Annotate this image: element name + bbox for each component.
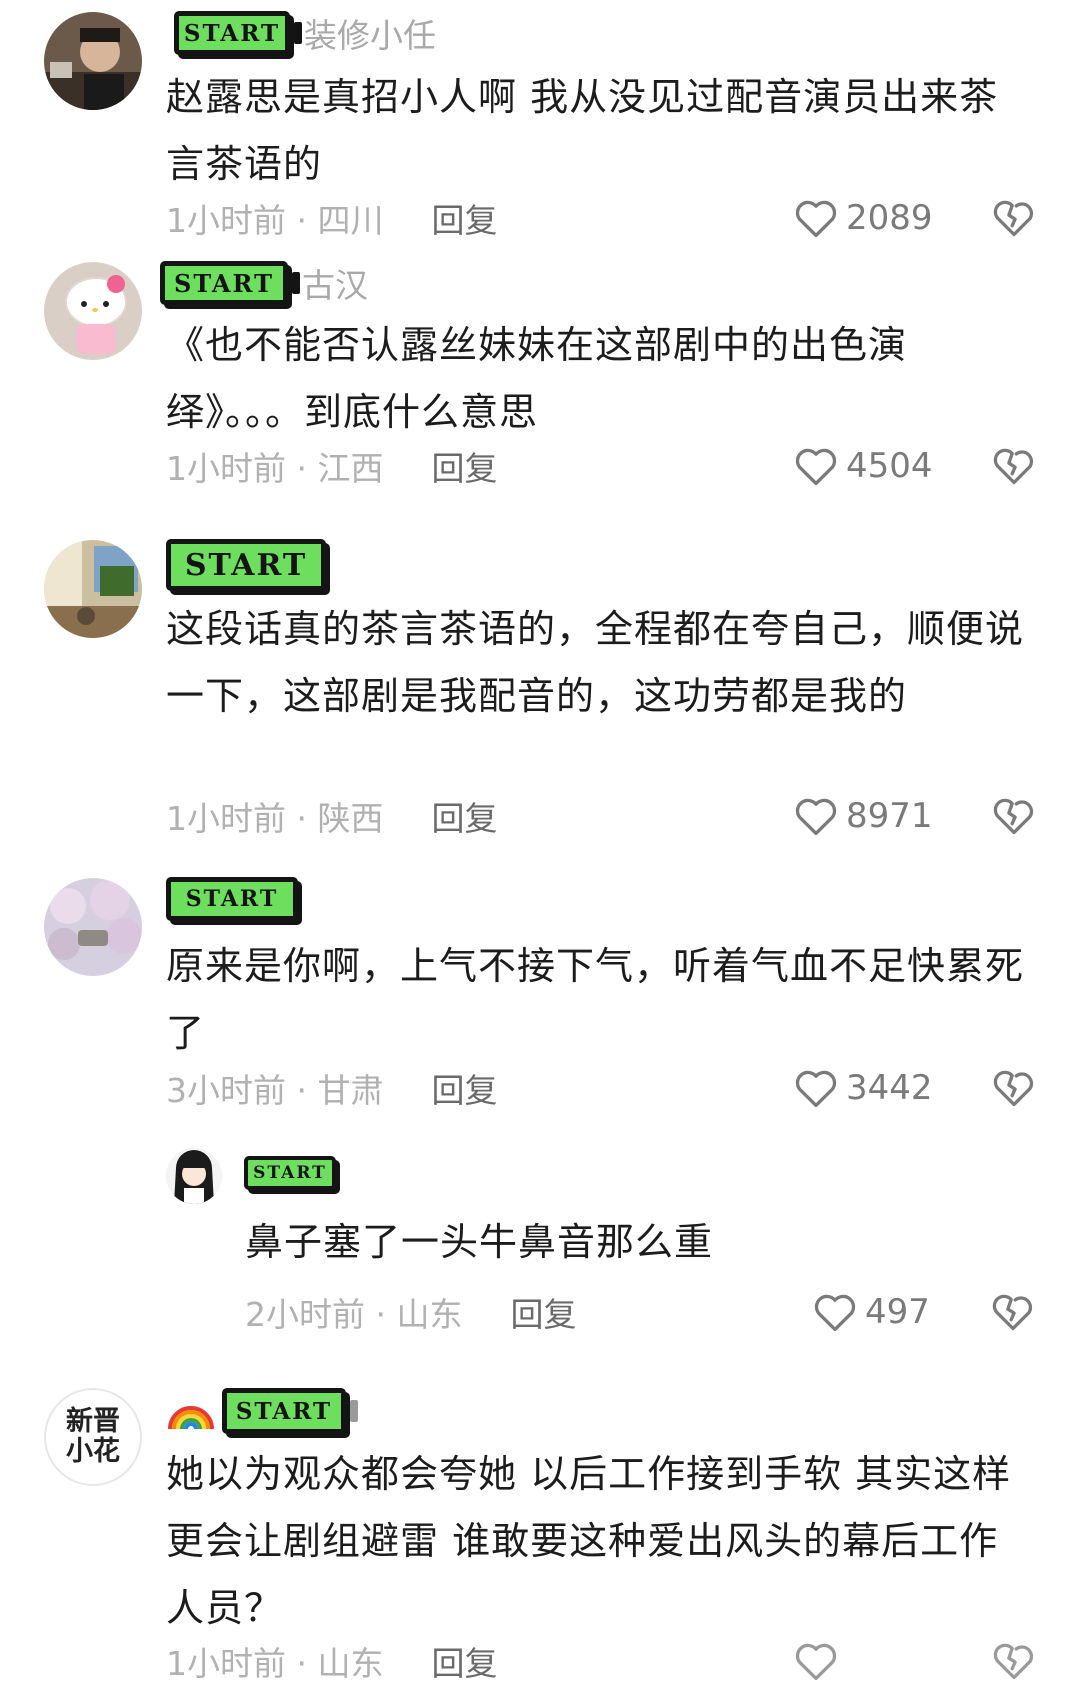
username[interactable]: 装修小任 bbox=[304, 9, 436, 57]
like-count: 2089 bbox=[846, 198, 933, 238]
like-area bbox=[794, 1639, 1036, 1683]
avatar[interactable] bbox=[44, 12, 142, 110]
rainbow-icon bbox=[168, 1406, 214, 1430]
reply-button[interactable]: 回复 bbox=[510, 1288, 576, 1336]
avatar-text: 新晋 小花 bbox=[44, 1388, 142, 1486]
reply-button[interactable]: 回复 bbox=[431, 792, 497, 840]
heart-icon[interactable] bbox=[794, 1067, 838, 1109]
avatar[interactable] bbox=[44, 262, 142, 360]
comment-text: 鼻子塞了一头牛鼻音那么重 bbox=[245, 1220, 714, 1264]
like-count: 497 bbox=[865, 1292, 930, 1332]
heart-icon[interactable] bbox=[794, 795, 838, 837]
avatar[interactable] bbox=[44, 540, 142, 638]
reply-button[interactable]: 回复 bbox=[431, 1637, 497, 1685]
comment-text: 赵露思是真招小人啊 我从没见过配音演员出来茶言茶语的 bbox=[166, 75, 999, 186]
username-row: START bbox=[166, 874, 300, 924]
like-area: 2089 bbox=[794, 196, 1036, 240]
comment-text: 这段话真的茶言茶语的，全程都在夸自己，顺便说一下，这部剧是我配音的，这功劳都是我… bbox=[166, 607, 1025, 718]
reply-button[interactable]: 回复 bbox=[431, 442, 497, 490]
heart-icon[interactable] bbox=[794, 197, 838, 239]
username-row: START bbox=[166, 539, 328, 591]
heart-icon[interactable] bbox=[794, 1640, 838, 1682]
comment-text: 原来是你啊，上气不接下气，听着气血不足快累死了 bbox=[166, 944, 1025, 1055]
avatar[interactable] bbox=[166, 1148, 222, 1204]
reply-button[interactable]: 回复 bbox=[431, 194, 497, 242]
like-count: 8971 bbox=[846, 796, 933, 836]
badge-end bbox=[292, 272, 300, 294]
like-area: 3442 bbox=[794, 1066, 1036, 1110]
start-badge: START bbox=[222, 1388, 346, 1434]
avatar[interactable] bbox=[44, 878, 142, 976]
timestamp-location: 1小时前 · 江西 bbox=[166, 449, 384, 488]
broken-heart-icon[interactable] bbox=[992, 794, 1036, 838]
comment-meta: 1小时前 · 四川 回复 2089 bbox=[166, 193, 1036, 243]
like-area: 4504 bbox=[794, 444, 1036, 488]
broken-heart-icon[interactable] bbox=[991, 1290, 1035, 1334]
broken-heart-icon[interactable] bbox=[992, 1639, 1036, 1683]
timestamp-location: 3小时前 · 甘肃 bbox=[166, 1071, 384, 1110]
comment-meta: 2小时前 · 山东 回复 497 bbox=[245, 1287, 1035, 1337]
start-badge: START bbox=[160, 261, 288, 305]
timestamp-location: 1小时前 · 山东 bbox=[166, 1644, 384, 1683]
like-area: 8971 bbox=[794, 794, 1036, 838]
broken-heart-icon[interactable] bbox=[992, 196, 1036, 240]
badge-end bbox=[350, 1400, 358, 1422]
comment-text: 她以为观众都会夸她 以后工作接到手软 其实这样更会让剧组避雷 谁敢要这种爱出风头… bbox=[166, 1452, 1012, 1630]
username-row: START 古汉 bbox=[160, 258, 368, 308]
like-area: 497 bbox=[813, 1290, 1035, 1334]
heart-icon[interactable] bbox=[813, 1291, 857, 1333]
comment-text: 《也不能否认露丝妹妹在这部剧中的出色演绎》。。。到底什么意思 bbox=[166, 323, 908, 434]
broken-heart-icon[interactable] bbox=[992, 444, 1036, 488]
broken-heart-icon[interactable] bbox=[992, 1066, 1036, 1110]
timestamp-location: 2小时前 · 山东 bbox=[245, 1295, 463, 1334]
start-badge: START bbox=[244, 1156, 336, 1190]
avatar[interactable]: 新晋 小花 bbox=[44, 1388, 142, 1486]
start-badge: START bbox=[166, 539, 326, 591]
reply-button[interactable]: 回复 bbox=[431, 1064, 497, 1112]
comment-meta: 1小时前 · 陕西 回复 8971 bbox=[166, 791, 1036, 841]
comment-meta: 3小时前 · 甘肃 回复 3442 bbox=[166, 1063, 1036, 1113]
comment-meta: 1小时前 · 江西 回复 4504 bbox=[166, 441, 1036, 491]
comment-meta: 1小时前 · 山东 回复 bbox=[166, 1636, 1036, 1686]
username[interactable]: 古汉 bbox=[302, 259, 368, 307]
heart-icon[interactable] bbox=[794, 445, 838, 487]
like-count: 4504 bbox=[846, 446, 933, 486]
timestamp-location: 1小时前 · 四川 bbox=[166, 201, 384, 240]
username-row: START 装修小任 bbox=[174, 8, 436, 58]
username-row: START bbox=[244, 1148, 338, 1198]
start-badge: START bbox=[166, 877, 298, 921]
timestamp-location: 1小时前 · 陕西 bbox=[166, 799, 384, 838]
username-row: START bbox=[166, 1386, 360, 1436]
start-badge: START bbox=[174, 11, 290, 55]
badge-end bbox=[294, 22, 302, 44]
like-count: 3442 bbox=[846, 1068, 933, 1108]
